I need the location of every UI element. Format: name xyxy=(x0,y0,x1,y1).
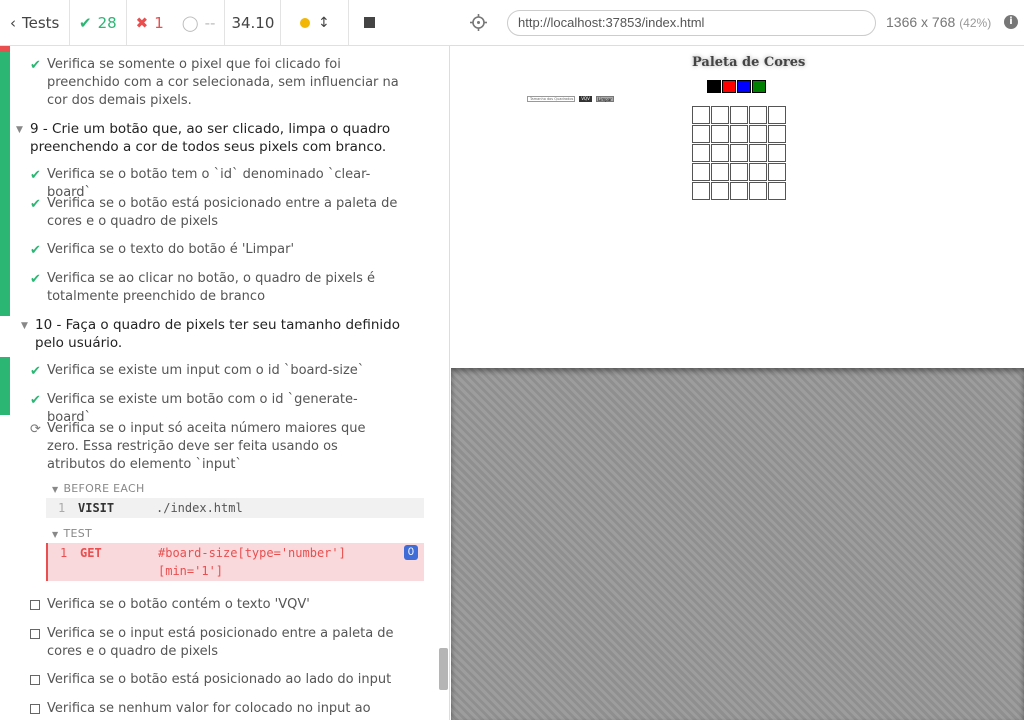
check-icon: ✔ xyxy=(30,168,41,183)
caret-down-icon: ▼ xyxy=(52,485,59,494)
test-item[interactable]: Verifica se nenhum valor for colocado no… xyxy=(30,700,400,720)
pixel[interactable] xyxy=(692,182,710,200)
pixel[interactable] xyxy=(730,163,748,181)
app-under-test: Paleta de Cores Tamanho dos Quadrados VQ… xyxy=(451,46,1024,368)
caret-down-icon: ▼ xyxy=(16,125,23,135)
pixel[interactable] xyxy=(692,106,710,124)
pixel[interactable] xyxy=(768,163,786,181)
pixel[interactable] xyxy=(711,125,729,143)
pixel[interactable] xyxy=(711,106,729,124)
caret-down-icon: ▼ xyxy=(21,321,28,331)
element-count-badge: 0 xyxy=(403,545,418,560)
runner-header: ‹ Tests ✔ 28 ✖ 1 ◯ -- 34.10 ↕ xyxy=(0,0,450,46)
clear-board-button[interactable]: Limpar xyxy=(596,96,614,102)
selector-playground-icon[interactable] xyxy=(470,14,487,31)
check-icon: ✔ xyxy=(30,393,41,408)
running-indicator-icon xyxy=(300,17,311,28)
test-item[interactable]: Verifica se o botão contém o texto 'VQV' xyxy=(30,596,400,614)
run-controls: ↕ xyxy=(281,0,350,45)
pixel[interactable] xyxy=(730,125,748,143)
reporter-scrollbar[interactable] xyxy=(439,648,448,690)
pixel[interactable] xyxy=(730,182,748,200)
check-icon: ✔ xyxy=(30,58,41,73)
test-item[interactable]: ✔ Verifica se existe um input com o id `… xyxy=(30,362,400,380)
check-icon: ✔ xyxy=(30,364,41,379)
pixel[interactable] xyxy=(749,182,767,200)
pixel-board xyxy=(692,106,786,200)
circle-icon: ◯ xyxy=(181,13,199,32)
pixel[interactable] xyxy=(711,163,729,181)
refresh-icon: ⟳ xyxy=(30,422,41,437)
pixel[interactable] xyxy=(692,163,710,181)
suite-item[interactable]: ▼ 10 - Faça o quadro de pixels ter seu t… xyxy=(21,316,410,352)
board-size-input[interactable]: Tamanho dos Quadrados xyxy=(527,96,575,102)
test-item[interactable]: ✔ Verifica se o texto do botão é 'Limpar… xyxy=(30,241,400,259)
pixel[interactable] xyxy=(768,182,786,200)
passed-state-bar xyxy=(0,357,10,415)
page-title: Paleta de Cores xyxy=(692,55,806,70)
auto-scroll-toggle-icon[interactable]: ↕ xyxy=(318,15,330,31)
pixel[interactable] xyxy=(768,125,786,143)
checkbox-icon xyxy=(30,704,40,714)
suite-item[interactable]: ▼ 9 - Crie um botão que, ao ser clicado,… xyxy=(16,120,410,156)
x-icon: ✖ xyxy=(135,13,149,32)
palette-color[interactable] xyxy=(707,80,721,93)
failed-count[interactable]: ✖ 1 xyxy=(127,0,173,45)
viewport-background xyxy=(451,368,1024,720)
check-icon: ✔ xyxy=(30,243,41,258)
caret-down-icon: ▼ xyxy=(52,530,59,539)
check-icon: ✔ xyxy=(30,197,41,212)
info-icon[interactable]: i xyxy=(1004,15,1018,29)
chevron-left-icon: ‹ xyxy=(10,13,16,32)
pixel[interactable] xyxy=(749,106,767,124)
stop-icon xyxy=(363,17,375,28)
before-each-hook[interactable]: ▼ BEFORE EACH xyxy=(52,482,145,495)
spec-reporter: ✔ Verifica se somente o pixel que foi cl… xyxy=(0,46,450,720)
failed-number: 1 xyxy=(154,13,164,32)
check-icon: ✔ xyxy=(30,272,41,287)
generate-board-button[interactable]: VQV xyxy=(579,96,592,102)
test-item-running[interactable]: ⟳ Verifica se o input só aceita número m… xyxy=(30,420,400,474)
check-icon: ✔ xyxy=(79,13,92,32)
stop-button[interactable] xyxy=(349,0,389,45)
palette-color[interactable] xyxy=(752,80,766,93)
viewport-size: 1366 x 768 (42%) xyxy=(886,14,992,30)
checkbox-icon xyxy=(30,600,40,610)
pixel[interactable] xyxy=(711,144,729,162)
pixel[interactable] xyxy=(768,106,786,124)
passed-number: 28 xyxy=(97,13,117,32)
palette-color[interactable] xyxy=(722,80,736,93)
test-item[interactable]: ✔ Verifica se ao clicar no botão, o quad… xyxy=(30,270,400,306)
test-item[interactable]: Verifica se o input está posicionado ent… xyxy=(30,625,400,661)
pending-number: -- xyxy=(204,13,216,32)
palette-color[interactable] xyxy=(737,80,751,93)
pending-count[interactable]: ◯ -- xyxy=(173,0,226,45)
passed-state-bar xyxy=(0,52,10,316)
browser-header: http://localhost:37853/index.html 1366 x… xyxy=(450,0,1024,46)
passed-count[interactable]: ✔ 28 xyxy=(70,0,127,45)
pixel[interactable] xyxy=(692,125,710,143)
test-item[interactable]: ✔ Verifica se o botão está posicionado e… xyxy=(30,195,400,231)
duration: 34.10 xyxy=(225,0,282,45)
pixel[interactable] xyxy=(692,144,710,162)
pixel[interactable] xyxy=(749,125,767,143)
checkbox-icon xyxy=(30,675,40,685)
pixel[interactable] xyxy=(711,182,729,200)
pixel[interactable] xyxy=(768,144,786,162)
color-palette xyxy=(707,80,766,93)
board-size-controls: Tamanho dos Quadrados VQV Limpar xyxy=(527,96,614,102)
tests-back-button[interactable]: ‹ Tests xyxy=(0,0,70,45)
test-item[interactable]: Verifica se o botão está posicionado ao … xyxy=(30,671,400,689)
pixel[interactable] xyxy=(730,144,748,162)
checkbox-icon xyxy=(30,629,40,639)
command-get[interactable]: 1 GET #board-size[type='number'][min='1'… xyxy=(46,543,424,581)
pixel[interactable] xyxy=(749,163,767,181)
test-hook[interactable]: ▼ TEST xyxy=(52,527,92,540)
command-visit[interactable]: 1 VISIT ./index.html xyxy=(46,498,424,518)
url-field[interactable]: http://localhost:37853/index.html xyxy=(507,10,876,36)
pixel[interactable] xyxy=(749,144,767,162)
tests-label: Tests xyxy=(22,13,60,32)
test-item[interactable]: ✔ Verifica se somente o pixel que foi cl… xyxy=(30,56,400,110)
pixel[interactable] xyxy=(730,106,748,124)
